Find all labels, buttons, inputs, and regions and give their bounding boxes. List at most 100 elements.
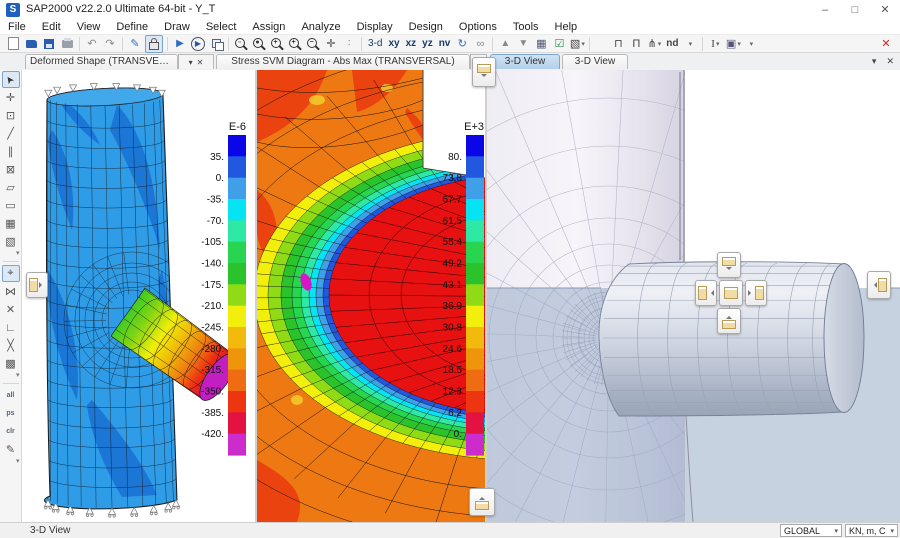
view-xz-button[interactable]: xz (403, 38, 420, 49)
dock-cross-top[interactable] (717, 252, 741, 278)
tab-3d-view-2[interactable]: 3-D View (562, 54, 628, 69)
select-pointer-icon[interactable]: ➤ (2, 71, 20, 88)
more-tools-dropdown[interactable]: ▾ (743, 36, 759, 52)
view-nv-button[interactable]: nv (436, 38, 454, 49)
view-3d-button[interactable]: 3-d (365, 38, 385, 49)
snap-lines-icon[interactable]: ╳ (2, 337, 20, 354)
open-file-icon[interactable] (23, 36, 39, 52)
draw-poly-area-icon[interactable]: ▱ (2, 179, 20, 196)
menu-assign[interactable]: Assign (244, 20, 293, 34)
menu-help[interactable]: Help (547, 20, 586, 34)
run-analysis-icon[interactable]: ▶ (172, 36, 188, 52)
named-display-dropdown[interactable]: ▾ (682, 36, 698, 52)
draw-solid-icon[interactable]: ▧ (2, 233, 20, 250)
coordinate-system-select[interactable]: GLOBAL▾ (780, 524, 842, 537)
maximize-button[interactable]: □ (840, 0, 870, 20)
close-view-icon[interactable]: ✕ (886, 56, 894, 67)
more-select-dropdown[interactable]: ▾ (2, 458, 20, 466)
view-xy-button[interactable]: xy (385, 38, 402, 49)
draw-joint-icon[interactable]: ⊡ (2, 107, 20, 124)
frame-span-icon[interactable]: Π (628, 36, 644, 52)
reshape-object-icon[interactable]: ✛ (2, 89, 20, 106)
menu-design[interactable]: Design (401, 20, 451, 34)
tab-stress-svm[interactable]: Stress SVM Diagram - Abs Max (TRANSVERSA… (216, 54, 470, 69)
lock-model-icon[interactable] (145, 35, 163, 53)
dock-right-hint[interactable] (867, 271, 891, 299)
clear-selection-button[interactable]: clr (2, 423, 20, 440)
snap-perpendicular-icon[interactable]: ∟ (2, 319, 20, 336)
copy-view-icon[interactable] (208, 36, 224, 52)
close-button[interactable]: ✕ (870, 0, 900, 20)
stress-svm-view[interactable] (257, 70, 485, 522)
new-model-icon[interactable] (5, 36, 21, 52)
undo-icon[interactable]: ↶ (84, 36, 100, 52)
walk-steps-icon[interactable]: ∶ (341, 36, 357, 52)
named-display-button[interactable]: nd (664, 36, 680, 52)
zoom-out-icon[interactable]: − (305, 36, 321, 52)
units-select[interactable]: KN, m, C▾ (845, 524, 898, 537)
dock-cross-left[interactable] (695, 280, 717, 306)
pan-icon[interactable]: ✛ (323, 36, 339, 52)
menu-select[interactable]: Select (198, 20, 245, 34)
snap-intersections-icon[interactable]: ✕ (2, 301, 20, 318)
draw-rect-area-icon[interactable]: ▭ (2, 197, 20, 214)
zoom-full-icon[interactable]: ● (251, 36, 267, 52)
snap-grid-icon[interactable]: ▩ (2, 355, 20, 372)
more-snap-dropdown[interactable]: ▾ (2, 372, 20, 380)
menu-draw[interactable]: Draw (156, 20, 198, 34)
view-yz-button[interactable]: yz (419, 38, 436, 49)
frame-section-icon[interactable]: ⊓ (610, 36, 626, 52)
menu-options[interactable]: Options (451, 20, 505, 34)
menu-view[interactable]: View (69, 20, 109, 34)
run-options-icon[interactable]: ▶ (190, 36, 206, 52)
dock-bottom-hint[interactable] (469, 488, 495, 516)
dock-cross-right[interactable] (745, 280, 767, 306)
object-shrink-icon[interactable]: ▦ (533, 36, 549, 52)
perspective-icon[interactable]: ∞ (472, 36, 488, 52)
minimize-button[interactable]: – (810, 0, 840, 20)
menu-tools[interactable]: Tools (505, 20, 547, 34)
dock-cross-center[interactable] (719, 280, 743, 306)
close-tab-icon[interactable]: ✕ (197, 58, 204, 67)
draw-quick-area-icon[interactable]: ▦ (2, 215, 20, 232)
chevron-down-icon[interactable]: ▾ (872, 56, 877, 67)
select-all-button[interactable]: all (2, 387, 20, 404)
draw-pen-icon[interactable]: ✎ (127, 36, 143, 52)
dock-left-hint[interactable] (26, 272, 48, 298)
save-icon[interactable] (41, 36, 57, 52)
zoom-window-icon[interactable]: ▫ (233, 36, 249, 52)
menu-analyze[interactable]: Analyze (293, 20, 348, 34)
rotate-view-icon[interactable]: ↻ (454, 36, 470, 52)
assign-display-icon[interactable]: ▧▾ (569, 36, 585, 52)
deformed-shape-view[interactable] (22, 70, 255, 522)
menu-define[interactable]: Define (108, 20, 156, 34)
redo-icon[interactable]: ↷ (102, 36, 118, 52)
area-section-icon[interactable]: ▣▾ (725, 36, 741, 52)
previous-selection-button[interactable]: ps (2, 405, 20, 422)
draw-braces-icon[interactable]: ⊠ (2, 161, 20, 178)
draw-frame-icon[interactable]: ╱ (2, 125, 20, 142)
menu-display[interactable]: Display (349, 20, 401, 34)
move-down-list-icon[interactable]: ▼ (515, 36, 531, 52)
close-toolbar-icon[interactable]: ✕ (878, 36, 894, 52)
tab-deformed-shape[interactable]: Deformed Shape (TRANSVERSAL) - Contours … (25, 54, 178, 69)
poly-select-icon[interactable]: ✎ (2, 441, 20, 458)
zoom-in-step-icon[interactable]: + (287, 36, 303, 52)
snap-midpoints-icon[interactable]: ⋈ (2, 283, 20, 300)
print-icon[interactable] (59, 36, 75, 52)
chevron-down-icon[interactable]: ▾ (189, 58, 193, 67)
section-designer-icon[interactable]: I▾ (707, 36, 723, 52)
more-draw-dropdown[interactable]: ▾ (2, 250, 20, 258)
dock-cross-bottom[interactable] (717, 308, 741, 334)
move-up-list-icon[interactable]: ▲ (497, 36, 513, 52)
draw-quick-frame-icon[interactable]: ∥ (2, 143, 20, 160)
end-releases-icon[interactable]: ⋔▾ (646, 36, 662, 52)
set-display-options-icon[interactable]: ☑ (551, 36, 567, 52)
zoom-in-icon[interactable]: + (269, 36, 285, 52)
snap-joints-icon[interactable]: ⌖ (2, 265, 20, 282)
tab-3d-view-1[interactable]: 3-D View (490, 54, 560, 69)
menu-file[interactable]: File (0, 20, 34, 34)
three-d-view[interactable] (487, 70, 900, 522)
dock-top-hint[interactable] (472, 57, 496, 87)
menu-edit[interactable]: Edit (34, 20, 69, 34)
